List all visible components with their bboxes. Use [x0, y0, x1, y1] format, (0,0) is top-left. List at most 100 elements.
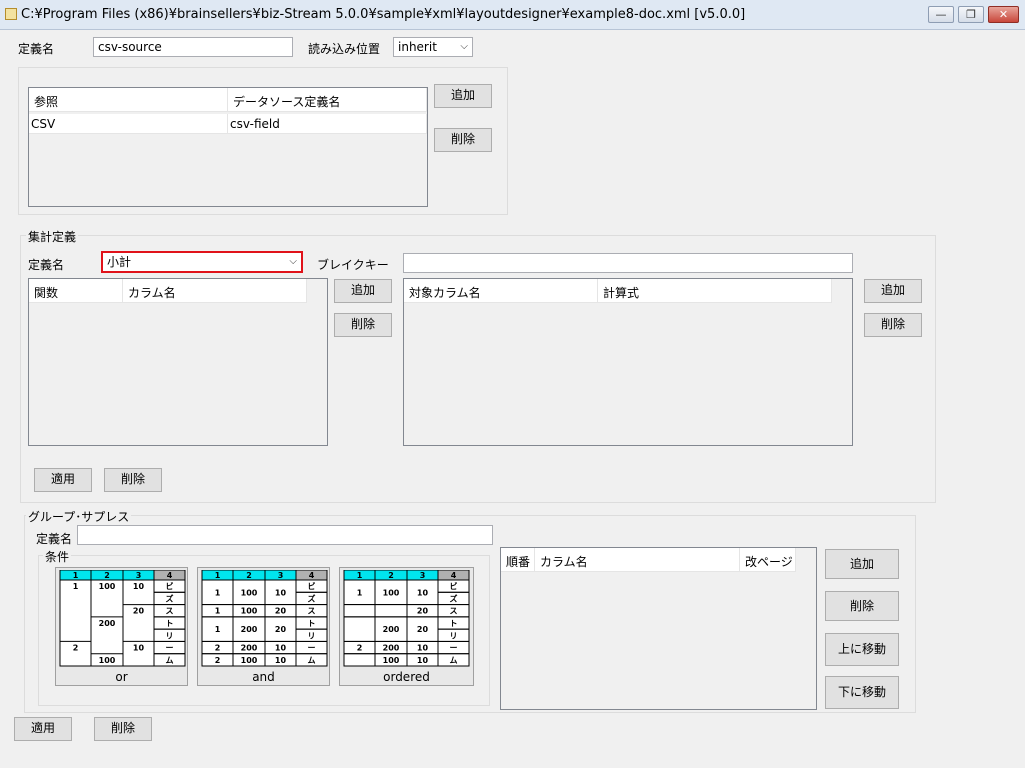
close-icon[interactable]: ✕ [988, 6, 1019, 23]
and-value: 1 [215, 588, 221, 597]
target-add-button[interactable]: 追加 [864, 279, 922, 303]
ordered-header-label: 4 [451, 571, 457, 580]
and-char: ー [308, 644, 316, 653]
ordered-value: 20 [417, 607, 429, 616]
option-and[interactable]: 1 2 3 4 1 100 10 ビズ 1 100 20 ス 1 200 20 トリ 2 200 10 ー 2 100 10… [197, 567, 330, 686]
chevron-down-icon: ⌵ [289, 256, 297, 267]
and-value: 100 [241, 588, 258, 597]
group-delete-button[interactable]: 削除 [825, 591, 899, 621]
or-char: ス [166, 607, 174, 616]
group-add-button[interactable]: 追加 [825, 549, 899, 579]
and-value: 20 [275, 625, 287, 634]
or-char: ー [166, 644, 174, 653]
and-value: 20 [275, 607, 287, 616]
ordered-char: ズ [450, 593, 458, 603]
column-header-datasource-name[interactable]: データソース定義名 [228, 88, 427, 112]
group-name-label: 定義名 [36, 532, 73, 546]
and-value: 100 [241, 656, 258, 665]
ordered-value: 10 [417, 656, 429, 665]
move-down-button[interactable]: 下に移動 [825, 676, 899, 709]
target-delete-button[interactable]: 削除 [864, 313, 922, 337]
ordered-value: 20 [417, 625, 429, 634]
and-diagram: 1 2 3 4 1 100 10 ビズ 1 100 20 ス 1 200 20 トリ 2 200 10 ー 2 100 10… [201, 570, 328, 667]
ordered-char: リ [450, 631, 458, 640]
reference-delete-button[interactable]: 削除 [434, 128, 492, 152]
window-title: C:¥Program Files (x86)¥brainsellers¥biz-… [21, 7, 746, 22]
load-position-select[interactable]: inherit ⌵ [393, 37, 473, 57]
name-input[interactable]: csv-source [93, 37, 293, 57]
column-header-target-column[interactable]: 対象カラム名 [404, 279, 598, 303]
or-col1: 1 [73, 582, 79, 591]
or-header-label: 1 [73, 571, 79, 580]
reference-table[interactable]: 参照 データソース定義名 CSV csv-field [28, 87, 428, 207]
aggregate-name-value: 小計 [107, 255, 132, 269]
break-key-label: ブレイクキー [317, 258, 389, 272]
function-add-button[interactable]: 追加 [334, 279, 392, 303]
or-col2: 200 [99, 619, 116, 628]
and-header-label: 3 [278, 571, 284, 580]
condition-legend: 条件 [43, 548, 72, 565]
and-header-label: 1 [215, 571, 221, 580]
aggregate-delete-button[interactable]: 削除 [104, 468, 162, 492]
column-header-reference[interactable]: 参照 [29, 88, 228, 112]
and-value: 10 [275, 588, 287, 597]
aggregate-name-label: 定義名 [28, 258, 65, 272]
or-col3: 20 [133, 607, 145, 616]
and-value: 1 [215, 625, 221, 634]
column-header-formula[interactable]: 計算式 [598, 279, 832, 303]
ordered-char: ト [450, 619, 458, 628]
function-delete-button[interactable]: 削除 [334, 313, 392, 337]
or-char: ズ [166, 593, 174, 603]
column-header-page-break[interactable]: 改ページ [740, 548, 796, 572]
group-name-input[interactable] [77, 525, 493, 545]
name-label: 定義名 [18, 42, 55, 56]
app-icon [5, 8, 17, 20]
ordered-value: 100 [383, 588, 400, 597]
function-table[interactable]: 関数 カラム名 [28, 278, 328, 446]
table-cell[interactable]: csv-field [228, 114, 427, 134]
apply-button[interactable]: 適用 [14, 717, 72, 741]
delete-button[interactable]: 削除 [94, 717, 152, 741]
move-up-button[interactable]: 上に移動 [825, 633, 899, 666]
column-header-column-name[interactable]: カラム名 [535, 548, 740, 572]
ordered-header-label: 1 [357, 571, 363, 580]
and-value: 200 [241, 625, 258, 634]
or-col3: 10 [133, 582, 145, 591]
ordered-value: 10 [417, 588, 429, 597]
option-or-caption: or [115, 670, 128, 684]
column-header-column-name[interactable]: カラム名 [123, 279, 307, 303]
load-position-value: inherit [398, 40, 437, 54]
or-char: ビ [166, 581, 174, 591]
ordered-header-label: 3 [420, 571, 426, 580]
reference-add-button[interactable]: 追加 [434, 84, 492, 108]
or-col2: 100 [99, 582, 116, 591]
column-header-function[interactable]: 関数 [29, 279, 123, 303]
table-cell[interactable]: CSV [29, 114, 228, 134]
target-column-table[interactable]: 対象カラム名 計算式 [403, 278, 853, 446]
order-table[interactable]: 順番 カラム名 改ページ [500, 547, 817, 710]
break-key-input[interactable] [403, 253, 853, 273]
and-char: ム [308, 656, 316, 665]
ordered-char: ー [450, 644, 458, 653]
aggregate-name-select[interactable]: 小計 ⌵ [101, 251, 303, 273]
and-value: 10 [275, 644, 287, 653]
option-or[interactable]: 1 2 3 4 ビズストリーム 1 2 100 200 100 10 20 10 or [55, 567, 188, 686]
and-char: ス [308, 607, 316, 616]
aggregate-legend: 集計定義 [26, 228, 79, 245]
minimize-icon[interactable]: — [928, 6, 954, 23]
and-value: 1 [215, 607, 221, 616]
and-value: 10 [275, 656, 287, 665]
and-header-label: 2 [246, 571, 252, 580]
ordered-value: 200 [383, 625, 400, 634]
or-diagram: 1 2 3 4ビズストリーム 1 2 100 200 100 10 20 10 [59, 570, 186, 667]
option-ordered-caption: ordered [383, 670, 430, 684]
and-value: 2 [215, 644, 221, 653]
option-ordered[interactable]: 1 2 3 4 1 100 10 ビズ 20 ス 200 20 トリ 2 200 10 ー 100 10 ム orde… [339, 567, 474, 686]
ordered-diagram: 1 2 3 4 1 100 10 ビズ 20 ス 200 20 トリ 2 200 10 ー 100 10 ム [343, 570, 470, 667]
or-col3: 10 [133, 644, 145, 653]
restore-icon[interactable]: ❐ [958, 6, 984, 23]
group-suppress-legend: グループ･サプレス [26, 508, 132, 525]
column-header-order[interactable]: 順番 [501, 548, 535, 572]
or-char: ム [166, 656, 174, 665]
aggregate-apply-button[interactable]: 適用 [34, 468, 92, 492]
